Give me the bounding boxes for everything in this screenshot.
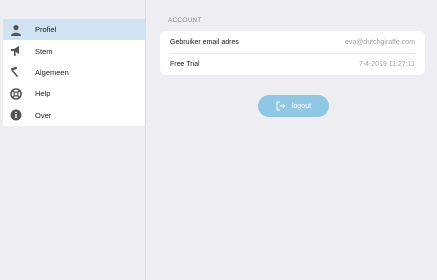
menu-item-help[interactable]: Help — [3, 83, 145, 104]
menu-item-over[interactable]: Over — [3, 105, 145, 126]
menu-item-label: Stem — [35, 46, 53, 56]
lifebuoy-icon — [9, 87, 23, 101]
menu-item-label: Over — [35, 110, 52, 120]
menu-item-stem[interactable]: Stem — [3, 40, 145, 61]
menu-item-label: Algemeen — [35, 67, 69, 77]
menu-item-algemeen[interactable]: Algemeen — [3, 62, 145, 83]
hammer-icon — [9, 65, 23, 79]
account-row-email: Gebruiker email adres eva@dutchgiraffe.c… — [160, 31, 425, 53]
menu-item-label: Help — [35, 89, 51, 99]
sidebar: Profiel Stem Algemeen Help Over — [0, 0, 146, 280]
user-icon — [9, 23, 23, 37]
logout-icon — [276, 101, 286, 111]
row-value: 7-4-2019 11:27:11 — [358, 60, 415, 68]
menu-item-profiel[interactable]: Profiel — [3, 19, 145, 41]
logout-label: logout — [291, 102, 312, 110]
menu-item-label: Profiel — [35, 25, 57, 35]
account-card: Gebruiker email adres eva@dutchgiraffe.c… — [160, 31, 425, 75]
settings-menu: Profiel Stem Algemeen Help Over — [3, 19, 146, 126]
account-row-trial: Free Trial 7-4-2019 11:27:11 — [160, 53, 425, 75]
row-label: Gebruiker email adres — [170, 38, 239, 46]
row-label: Free Trial — [170, 60, 200, 68]
info-icon — [9, 108, 23, 122]
row-value: eva@dutchgiraffe.com — [344, 38, 415, 46]
logout-button[interactable]: logout — [258, 95, 329, 117]
megaphone-icon — [9, 44, 23, 58]
section-title: ACCOUNT — [168, 17, 202, 24]
